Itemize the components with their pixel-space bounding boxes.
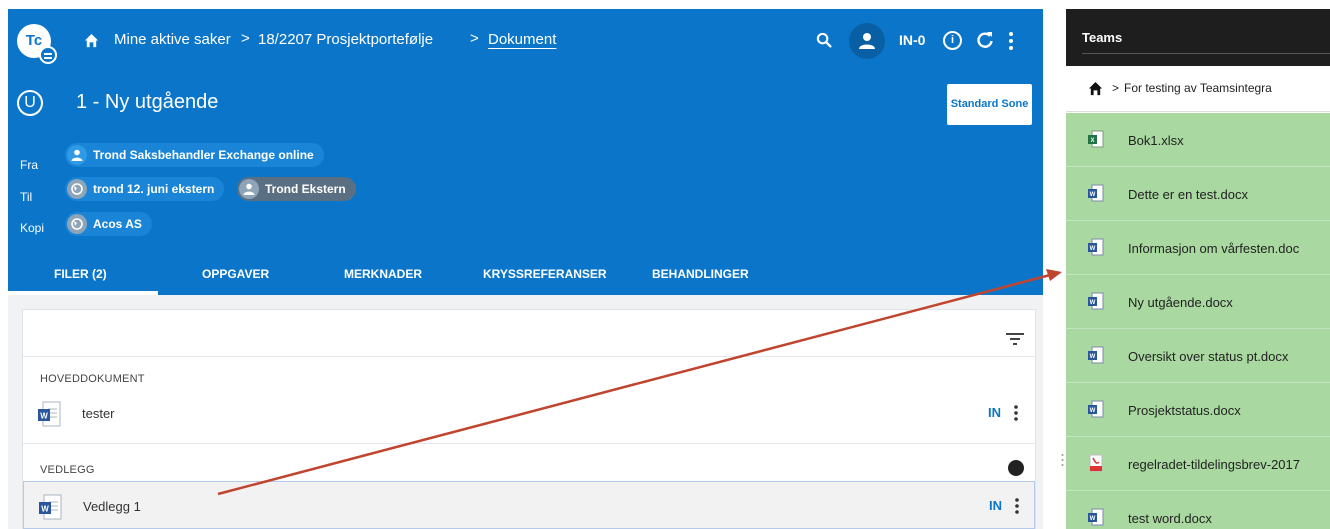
teams-breadcrumb: > For testing av Teamsintegra xyxy=(1066,66,1330,112)
case-document-panel: Tc Mine aktive saker > 18/2207 Prosjektp… xyxy=(8,9,1043,529)
teams-file-item[interactable]: W Prosjektstatus.docx xyxy=(1066,383,1330,437)
teams-header: Teams xyxy=(1066,9,1330,66)
kopi-label: Kopi xyxy=(20,221,45,235)
teams-file-item[interactable]: W Ny utgående.docx xyxy=(1066,275,1330,329)
svg-text:W: W xyxy=(1090,192,1096,198)
word-icon: W xyxy=(1088,346,1104,364)
teams-file-item[interactable]: regelradet-tildelingsbrev-2017 xyxy=(1066,437,1330,491)
main-document-section-label: HOVEDDOKUMENT xyxy=(40,373,145,385)
attachment-file-row[interactable]: W Vedlegg 1 IN xyxy=(23,481,1035,529)
breadcrumb-case[interactable]: 18/2207 Prosjektportefølje xyxy=(258,31,433,48)
teams-file-item[interactable]: W Dette er en test.docx xyxy=(1066,167,1330,221)
teams-file-name: Prosjektstatus.docx xyxy=(1128,403,1241,418)
active-tab-indicator xyxy=(8,291,158,295)
globe-icon xyxy=(67,179,87,199)
person-icon xyxy=(67,145,87,165)
zone-button[interactable]: Standard Sone xyxy=(947,84,1032,125)
til-label: Til xyxy=(20,190,33,204)
inbox-counter[interactable]: IN-0 xyxy=(899,32,925,48)
globe-icon xyxy=(1008,460,1024,476)
globe-icon xyxy=(67,214,87,234)
word-icon: W xyxy=(1088,184,1104,202)
teams-breadcrumb-channel[interactable]: For testing av Teamsintegra xyxy=(1124,81,1272,95)
breadcrumb-document[interactable]: Dokument xyxy=(488,31,556,48)
chat-icon xyxy=(39,46,57,64)
teams-file-name: test word.docx xyxy=(1128,511,1212,526)
excel-icon: X xyxy=(1088,130,1104,148)
person-icon xyxy=(859,33,875,49)
word-icon: W xyxy=(1088,508,1104,526)
breadcrumb-separator: > xyxy=(470,30,479,47)
teams-file-name: Ny utgående.docx xyxy=(1128,295,1233,310)
svg-text:X: X xyxy=(1090,138,1094,144)
svg-text:W: W xyxy=(41,505,49,514)
breadcrumb-my-cases[interactable]: Mine aktive saker xyxy=(114,31,231,48)
info-icon[interactable]: i xyxy=(943,31,962,50)
teams-file-item[interactable]: W Oversikt over status pt.docx xyxy=(1066,329,1330,383)
recipient-chip[interactable]: trond 12. juni ekstern xyxy=(65,177,225,201)
person-icon xyxy=(239,179,259,199)
file-more-icon[interactable] xyxy=(1015,498,1019,514)
word-icon: W xyxy=(38,401,61,427)
svg-text:W: W xyxy=(1090,516,1096,522)
pdf-icon xyxy=(1089,454,1103,472)
fra-label: Fra xyxy=(20,158,38,172)
teams-panel: Teams > For testing av Teamsintegra X Bok… xyxy=(1066,9,1330,529)
teams-file-name: Informasjon om vårfesten.doc xyxy=(1128,241,1300,256)
tab-tasks[interactable]: OPPGAVER xyxy=(202,267,269,281)
refresh-icon[interactable] xyxy=(976,31,994,49)
teams-file-item[interactable]: W Informasjon om vårfesten.doc xyxy=(1066,221,1330,275)
divider xyxy=(1082,53,1330,54)
word-icon: W xyxy=(1088,238,1104,256)
panel-splitter[interactable] xyxy=(1056,9,1066,529)
user-menu-button[interactable] xyxy=(849,23,885,59)
filter-icon[interactable] xyxy=(1006,333,1024,345)
teams-file-item[interactable]: X Bok1.xlsx xyxy=(1066,113,1330,167)
file-name: Vedlegg 1 xyxy=(83,499,141,514)
word-icon: W xyxy=(1088,400,1104,418)
teams-title: Teams xyxy=(1082,30,1123,45)
teams-file-name: regelradet-tildelingsbrev-2017 xyxy=(1128,457,1300,472)
home-icon[interactable] xyxy=(84,33,99,48)
divider xyxy=(23,443,1035,444)
more-menu-icon[interactable] xyxy=(1009,32,1013,50)
main-file-row[interactable]: W tester IN xyxy=(23,389,1035,437)
file-more-icon[interactable] xyxy=(1014,405,1018,421)
document-title: 1 - Ny utgående xyxy=(76,91,219,113)
document-header: Tc Mine aktive saker > 18/2207 Prosjektp… xyxy=(8,9,1043,295)
tab-notes[interactable]: MERKNADER xyxy=(344,267,422,281)
teams-file-name: Bok1.xlsx xyxy=(1128,133,1184,148)
teams-file-name: Dette er en test.docx xyxy=(1128,187,1248,202)
teams-file-name: Oversikt over status pt.docx xyxy=(1128,349,1289,364)
svg-text:W: W xyxy=(1090,354,1096,360)
files-card: HOVEDDOKUMENT W tester IN VEDLEGG W Vedl… xyxy=(22,309,1036,529)
sender-chip[interactable]: Trond Saksbehandler Exchange online xyxy=(65,143,324,167)
breadcrumb-separator: > xyxy=(241,30,250,47)
search-icon[interactable] xyxy=(816,32,833,49)
svg-text:W: W xyxy=(1090,246,1096,252)
tab-cross-references[interactable]: KRYSSREFERANSER xyxy=(483,267,607,281)
divider xyxy=(23,356,1035,357)
teams-file-item[interactable]: Wtest word.docx xyxy=(1066,491,1330,529)
file-name: tester xyxy=(82,406,115,421)
document-type-badge: U xyxy=(17,90,43,116)
svg-text:W: W xyxy=(1090,408,1096,414)
breadcrumb-separator: > xyxy=(1112,81,1120,95)
word-icon: W xyxy=(39,494,62,520)
attachments-section-label: VEDLEGG xyxy=(40,464,95,476)
splitter-handle-icon[interactable] xyxy=(1061,453,1064,467)
svg-text:W: W xyxy=(40,412,48,421)
recipient-chip[interactable]: Trond Ekstern xyxy=(237,177,356,201)
word-icon: W xyxy=(1088,292,1104,310)
top-bar: Tc Mine aktive saker > 18/2207 Prosjektp… xyxy=(8,9,1043,73)
tab-treatments[interactable]: BEHANDLINGER xyxy=(652,267,749,281)
file-status: IN xyxy=(989,498,1002,513)
svg-text:W: W xyxy=(1090,300,1096,306)
file-status: IN xyxy=(988,405,1001,420)
copy-recipient-chip[interactable]: Acos AS xyxy=(65,212,152,236)
tab-files[interactable]: FILER (2) xyxy=(54,267,107,281)
app-logo[interactable]: Tc xyxy=(17,24,57,64)
home-icon[interactable] xyxy=(1088,81,1103,96)
